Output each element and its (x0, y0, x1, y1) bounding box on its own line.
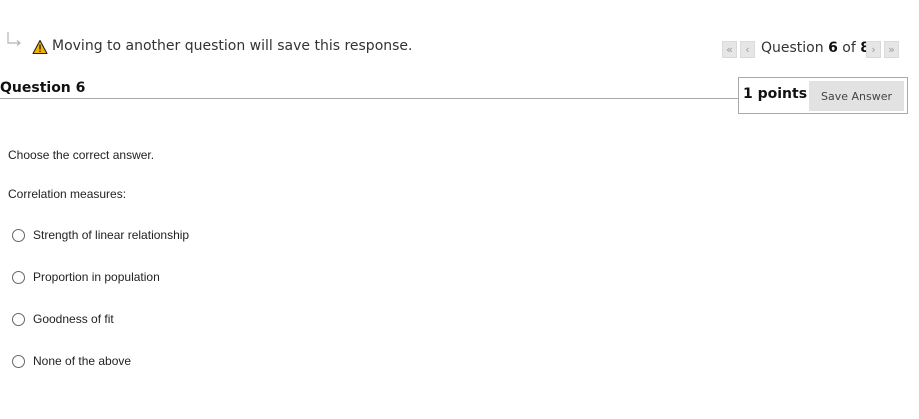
answer-option-label[interactable]: Goodness of fit (33, 312, 114, 326)
current-question-number: 6 (828, 40, 838, 56)
question-position-label: Question (761, 40, 824, 56)
next-question-button[interactable]: › (866, 41, 881, 58)
last-question-button[interactable]: » (884, 41, 899, 58)
answer-option-label[interactable]: None of the above (33, 354, 131, 368)
return-arrow-icon (7, 32, 21, 46)
answer-radio[interactable] (12, 270, 25, 284)
answer-option[interactable]: None of the above (12, 352, 131, 370)
title-divider (0, 98, 740, 99)
warning-triangle-icon (32, 39, 48, 55)
answer-radio[interactable] (12, 354, 25, 368)
question-title: Question 6 (0, 80, 86, 96)
answer-option[interactable]: Proportion in population (12, 268, 160, 286)
points-value: 1 points (743, 86, 808, 102)
question-position: Question 6 of 8 (761, 40, 870, 56)
answer-option[interactable]: Goodness of fit (12, 310, 114, 328)
answer-option[interactable]: Strength of linear relationship (12, 226, 189, 244)
answer-option-label[interactable]: Proportion in population (33, 270, 160, 284)
question-instruction: Choose the correct answer. (8, 148, 155, 162)
answer-option-label[interactable]: Strength of linear relationship (33, 228, 189, 242)
answer-radio[interactable] (12, 312, 25, 326)
previous-question-button[interactable]: ‹ (740, 41, 755, 58)
first-question-button[interactable]: « (722, 41, 737, 58)
of-label: of (842, 40, 856, 56)
question-prompt: Correlation measures: (8, 187, 127, 201)
save-answer-button[interactable]: Save Answer (809, 81, 904, 111)
save-warning-text: Moving to another question will save thi… (52, 38, 413, 54)
answer-radio[interactable] (12, 228, 25, 242)
